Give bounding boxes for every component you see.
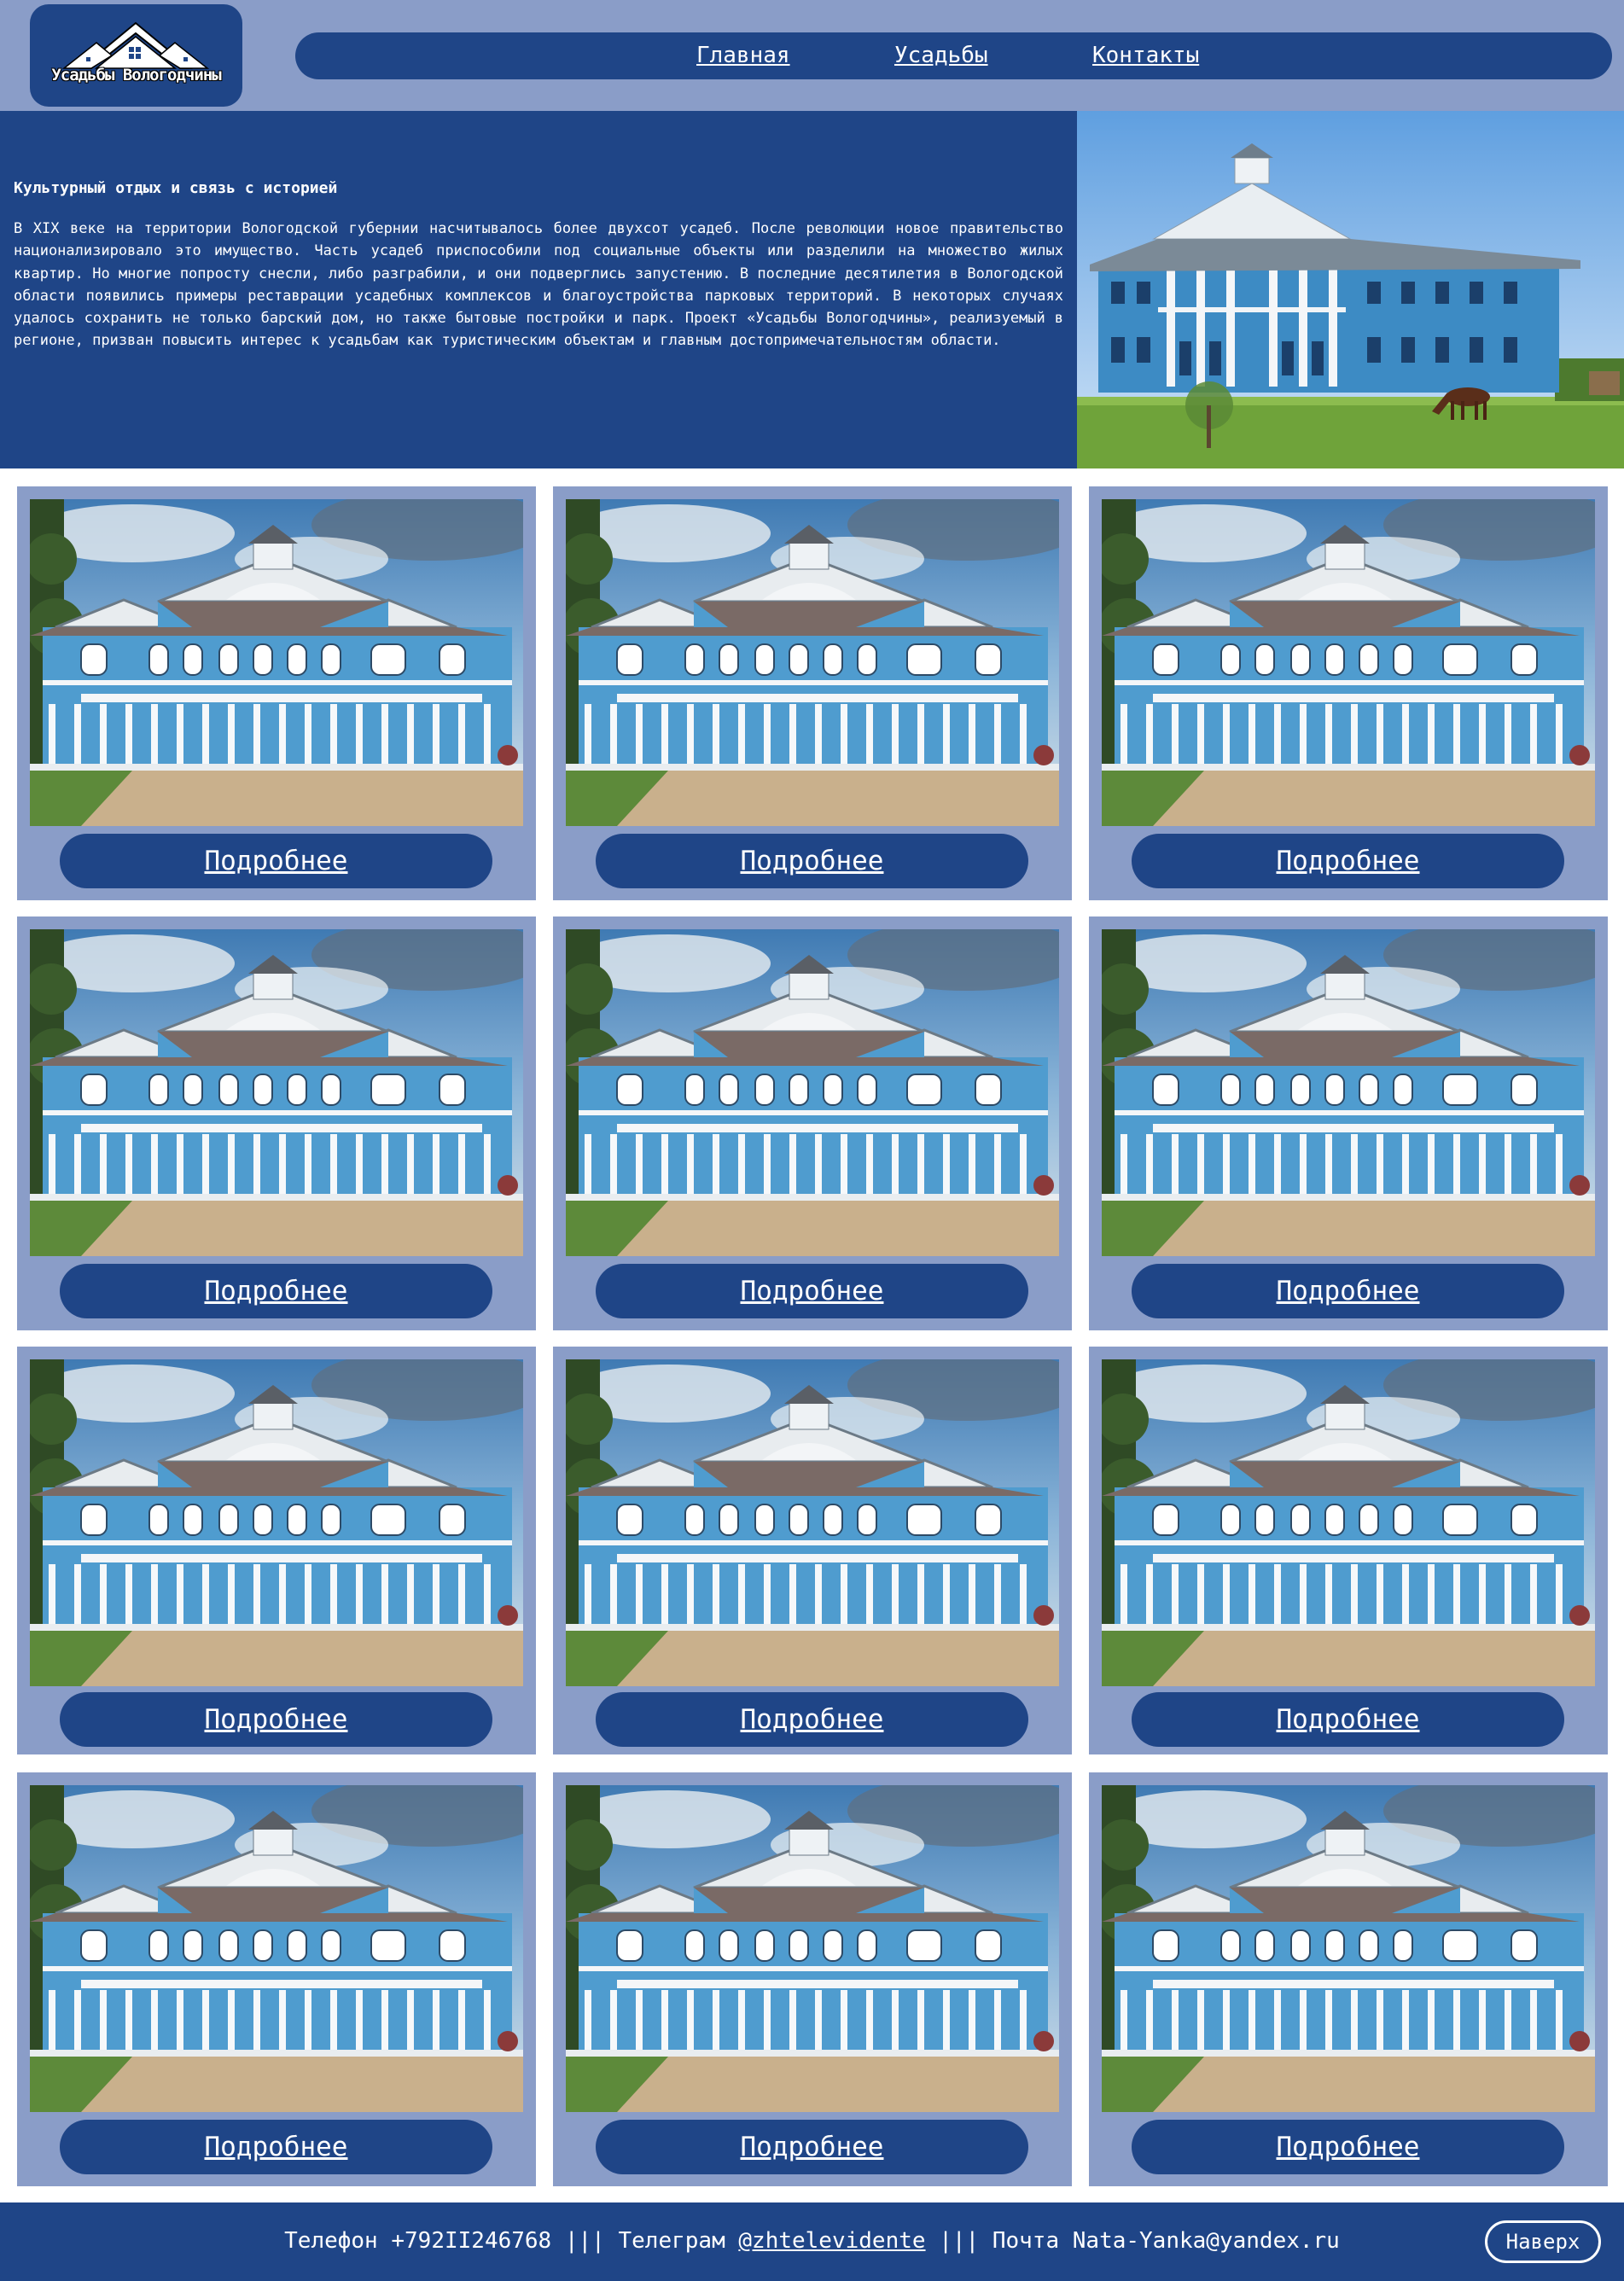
footer-separator-2: ||| xyxy=(939,2228,980,2254)
footer-phone-label: Телефон xyxy=(284,2228,378,2254)
estate-card: Подробнее xyxy=(1089,916,1608,1330)
more-details-button[interactable]: Подробнее xyxy=(596,2120,1028,2174)
footer-separator-1: ||| xyxy=(564,2228,605,2254)
hero-body: В XIX веке на территории Вологодской губ… xyxy=(14,220,1063,350)
estate-card: Подробнее xyxy=(553,1772,1072,2186)
nav-home[interactable]: Главная xyxy=(696,43,790,68)
footer-phone: +792II246768 xyxy=(391,2228,552,2254)
house-logo-icon xyxy=(61,21,210,69)
footer-mail-label: Почта xyxy=(992,2228,1060,2254)
estate-card: Подробнее xyxy=(1089,1347,1608,1754)
main-nav: Главная Усадьбы Контакты xyxy=(295,32,1612,79)
more-details-button[interactable]: Подробнее xyxy=(596,1264,1028,1318)
footer-contacts: Телефон +792II246768 ||| Телеграм @zhtel… xyxy=(0,2228,1624,2254)
more-details-button[interactable]: Подробнее xyxy=(1132,2120,1564,2174)
estate-card: Подробнее xyxy=(1089,1772,1608,2186)
estate-photo xyxy=(30,1359,523,1686)
estate-photo xyxy=(566,1359,1059,1686)
estate-photo xyxy=(566,499,1059,826)
estate-photo xyxy=(30,499,523,826)
more-details-button[interactable]: Подробнее xyxy=(1132,1264,1564,1318)
more-details-button[interactable]: Подробнее xyxy=(60,1692,492,1747)
hero-manor-image xyxy=(1077,111,1624,468)
hero-text-block: Культурный отдых и связь с историей В XI… xyxy=(14,179,1063,352)
site-logo[interactable]: Усадьбы Вологодчины xyxy=(30,4,242,107)
hero-section: Культурный отдых и связь с историей В XI… xyxy=(0,111,1624,468)
more-details-button[interactable]: Подробнее xyxy=(60,1264,492,1318)
estate-card: Подробнее xyxy=(17,1772,536,2186)
more-details-button[interactable]: Подробнее xyxy=(1132,834,1564,888)
nav-estates[interactable]: Усадьбы xyxy=(894,43,988,68)
estate-photo xyxy=(566,929,1059,1256)
estate-card: Подробнее xyxy=(553,486,1072,900)
more-details-button[interactable]: Подробнее xyxy=(60,834,492,888)
estate-card: Подробнее xyxy=(553,916,1072,1330)
more-details-button[interactable]: Подробнее xyxy=(596,1692,1028,1747)
estate-photo xyxy=(1102,1785,1595,2112)
site-footer: Телефон +792II246768 ||| Телеграм @zhtel… xyxy=(0,2202,1624,2281)
hero-title: Культурный отдых и связь с историей xyxy=(14,179,338,197)
estate-photo xyxy=(30,929,523,1256)
logo-text: Усадьбы Вологодчины xyxy=(51,66,221,84)
footer-telegram-label: Телеграм xyxy=(618,2228,725,2254)
estate-card: Подробнее xyxy=(17,916,536,1330)
estate-photo xyxy=(566,1785,1059,2112)
estate-card: Подробнее xyxy=(553,1347,1072,1754)
more-details-button[interactable]: Подробнее xyxy=(1132,1692,1564,1747)
site-header: Усадьбы Вологодчины Главная Усадьбы Конт… xyxy=(0,0,1624,111)
estate-photo xyxy=(1102,929,1595,1256)
back-to-top-button[interactable]: Наверх xyxy=(1485,2220,1601,2263)
estate-card: Подробнее xyxy=(17,1347,536,1754)
footer-mail: Nata-Yanka@yandex.ru xyxy=(1072,2228,1340,2254)
estate-card: Подробнее xyxy=(17,486,536,900)
estate-photo xyxy=(30,1785,523,2112)
estate-photo xyxy=(1102,1359,1595,1686)
more-details-button[interactable]: Подробнее xyxy=(60,2120,492,2174)
estate-card: Подробнее xyxy=(1089,486,1608,900)
nav-contacts[interactable]: Контакты xyxy=(1092,43,1199,68)
more-details-button[interactable]: Подробнее xyxy=(596,834,1028,888)
footer-telegram-link[interactable]: @zhtelevidente xyxy=(738,2228,925,2254)
estate-photo xyxy=(1102,499,1595,826)
